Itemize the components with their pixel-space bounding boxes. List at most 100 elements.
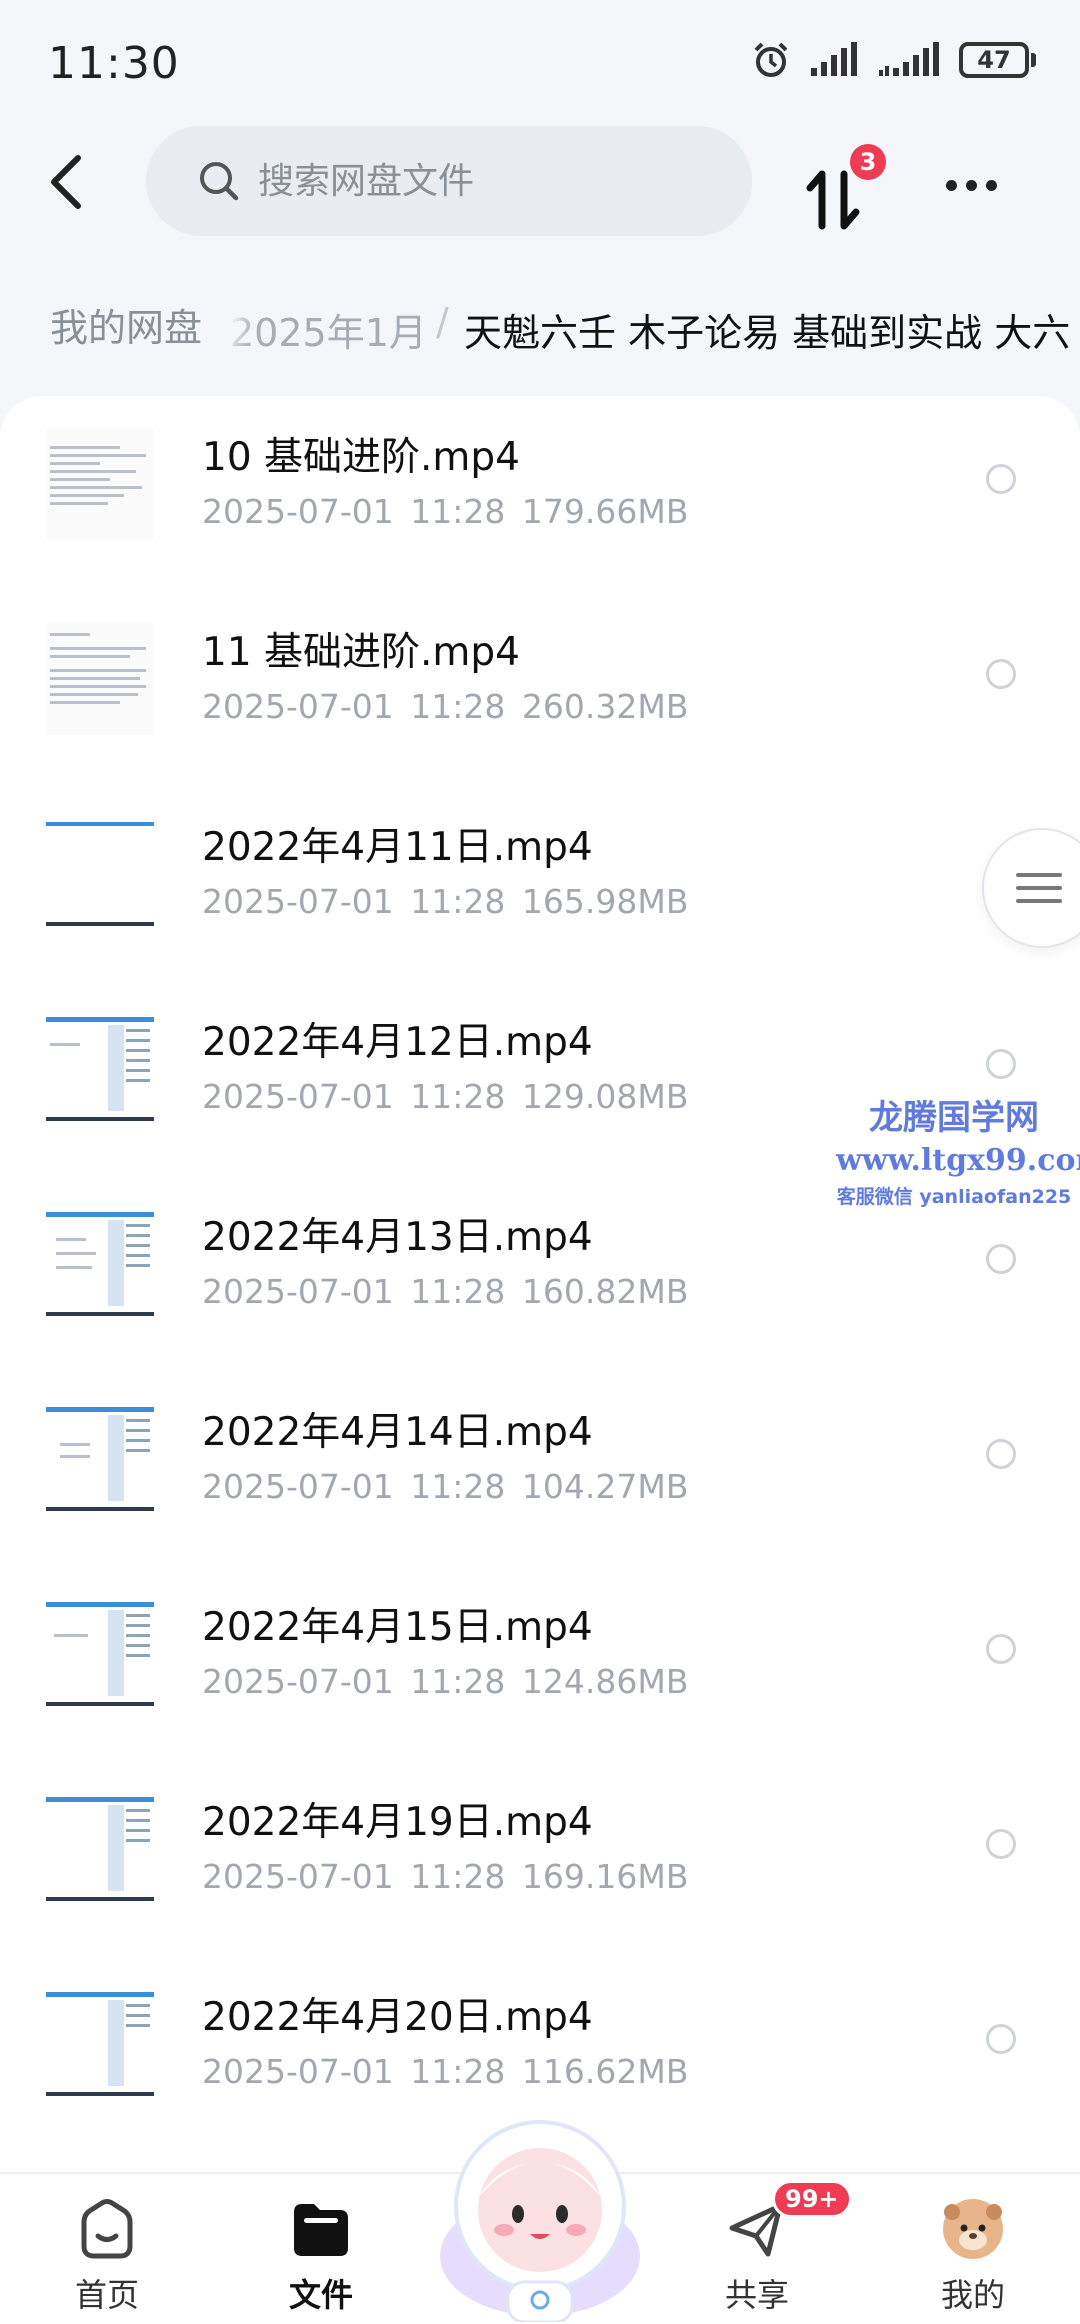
file-name: 2022年4月15日.mp4: [202, 1605, 593, 1650]
file-row[interactable]: 2022年4月11日.mp4 2025-07-01 11:28 165.98MB: [0, 786, 1080, 981]
watermark-url: www.ltgx99.com: [836, 1143, 1080, 1178]
select-radio[interactable]: [986, 1634, 1016, 1664]
video-thumbnail: [46, 1598, 154, 1710]
breadcrumb-month[interactable]: 2025年1月: [230, 302, 427, 357]
video-thumbnail: [46, 1988, 154, 2100]
file-meta: 2025-07-01 11:28 116.62MB: [202, 2052, 688, 2091]
file-meta: 2025-07-01 11:28 124.86MB: [202, 1662, 688, 1701]
nav-files[interactable]: 文件: [246, 2174, 396, 2324]
file-date: 2025-07-01: [202, 882, 394, 921]
file-size: 260.32MB: [521, 687, 689, 726]
file-meta: 2025-07-01 11:28 104.27MB: [202, 1467, 688, 1506]
breadcrumb: 我的网盘 2025年1月 / 天魁六壬 木子论易 基础到实战 大六: [0, 280, 1080, 370]
status-time: 11:30: [48, 38, 180, 89]
file-time: 11:28: [410, 1272, 506, 1311]
file-name: 2022年4月20日.mp4: [202, 1995, 593, 2040]
nav-mine-label: 我的: [940, 2276, 1005, 2314]
select-radio[interactable]: [986, 2024, 1016, 2054]
file-date: 2025-07-01: [202, 2052, 394, 2091]
select-radio[interactable]: [986, 1439, 1016, 1469]
chevron-left-icon: [51, 155, 81, 209]
file-name: 2022年4月12日.mp4: [202, 1020, 593, 1065]
video-thumbnail: [46, 1793, 154, 1905]
watermark: 龙腾国学网 www.ltgx99.com 客服微信 yanliaofan225: [836, 1090, 1080, 1209]
file-time: 11:28: [410, 492, 506, 531]
file-meta: 2025-07-01 11:28 179.66MB: [202, 492, 688, 531]
nav-home[interactable]: 首页: [32, 2174, 182, 2324]
video-thumbnail: [46, 428, 154, 540]
file-size: 179.66MB: [521, 492, 689, 531]
video-thumbnail: [46, 623, 154, 735]
top-bar: 3: [0, 120, 1080, 245]
share-badge: 99+: [772, 2180, 852, 2218]
alarm-icon: [751, 40, 791, 80]
file-row[interactable]: 2022年4月15日.mp4 2025-07-01 11:28 124.86MB: [0, 1566, 1080, 1761]
search-box[interactable]: [146, 126, 752, 236]
more-options-button[interactable]: [936, 160, 1006, 210]
file-list: 10 基础进阶.mp4 2025-07-01 11:28 179.66MB 11…: [0, 396, 1080, 2172]
select-radio[interactable]: [986, 1829, 1016, 1859]
file-date: 2025-07-01: [202, 492, 394, 531]
select-radio[interactable]: [986, 464, 1016, 494]
file-time: 11:28: [410, 1857, 506, 1896]
file-time: 11:28: [410, 1467, 506, 1506]
status-bar: 11:30 47: [0, 0, 1080, 120]
battery-level: 47: [959, 42, 1029, 78]
nav-share-label: 共享: [724, 2276, 789, 2314]
file-meta: 2025-07-01 11:28 169.16MB: [202, 1857, 688, 1896]
nav-share[interactable]: 99+ 共享: [682, 2174, 852, 2324]
video-thumbnail: [46, 818, 154, 930]
file-size: 165.98MB: [521, 882, 689, 921]
file-row[interactable]: 11 基础进阶.mp4 2025-07-01 11:28 260.32MB: [0, 591, 1080, 786]
file-size: 116.62MB: [521, 2052, 689, 2091]
file-meta: 2025-07-01 11:28 260.32MB: [202, 687, 688, 726]
nav-home-label: 首页: [74, 2276, 139, 2314]
file-size: 124.86MB: [521, 1662, 689, 1701]
watermark-contact: 客服微信 yanliaofan225: [836, 1186, 1072, 1208]
astronaut-mascot-icon: [440, 2120, 640, 2324]
select-radio[interactable]: [986, 1244, 1016, 1274]
breadcrumb-current-folder: 天魁六壬 木子论易 基础到实战 大六: [464, 311, 1071, 355]
file-meta: 2025-07-01 11:28 165.98MB: [202, 882, 688, 921]
file-row[interactable]: 10 基础进阶.mp4 2025-07-01 11:28 179.66MB: [0, 396, 1080, 591]
select-radio[interactable]: [986, 1049, 1016, 1079]
file-name: 2022年4月11日.mp4: [202, 825, 593, 870]
file-name: 10 基础进阶.mp4: [202, 435, 520, 480]
file-size: 104.27MB: [521, 1467, 689, 1506]
file-name: 2022年4月14日.mp4: [202, 1410, 593, 1455]
file-name: 2022年4月19日.mp4: [202, 1800, 593, 1845]
file-row[interactable]: 2022年4月14日.mp4 2025-07-01 11:28 104.27MB: [0, 1371, 1080, 1566]
home-icon: [81, 2199, 133, 2259]
nav-mine[interactable]: 我的: [898, 2174, 1048, 2324]
file-meta: 2025-07-01 11:28 160.82MB: [202, 1272, 688, 1311]
nav-files-label: 文件: [288, 2276, 353, 2314]
file-name: 2022年4月13日.mp4: [202, 1215, 593, 1260]
breadcrumb-root[interactable]: 我的网盘: [22, 286, 231, 362]
ai-assistant-mascot-button[interactable]: [432, 2106, 648, 2324]
signal-icon: [809, 42, 859, 78]
file-time: 11:28: [410, 1077, 506, 1116]
more-dot-icon: [985, 179, 997, 191]
video-thumbnail: [46, 1403, 154, 1515]
file-meta: 2025-07-01 11:28 129.08MB: [202, 1077, 688, 1116]
file-size: 129.08MB: [521, 1077, 689, 1116]
battery-icon: 47: [959, 42, 1036, 78]
more-dot-icon: [945, 179, 957, 191]
file-row[interactable]: 2022年4月19日.mp4 2025-07-01 11:28 169.16MB: [0, 1761, 1080, 1956]
file-time: 11:28: [410, 882, 506, 921]
transfer-badge: 3: [850, 144, 886, 180]
transfer-button[interactable]: 3: [800, 144, 886, 230]
breadcrumb-separator: /: [436, 300, 449, 344]
file-size: 160.82MB: [521, 1272, 689, 1311]
file-date: 2025-07-01: [202, 1662, 394, 1701]
file-date: 2025-07-01: [202, 1857, 394, 1896]
search-input[interactable]: [258, 160, 698, 202]
file-date: 2025-07-01: [202, 1272, 394, 1311]
watermark-title: 龙腾国学网: [869, 1098, 1039, 1138]
avatar: [943, 2199, 1003, 2259]
select-radio[interactable]: [986, 659, 1016, 689]
file-time: 11:28: [410, 1662, 506, 1701]
back-button[interactable]: [36, 150, 96, 214]
file-date: 2025-07-01: [202, 687, 394, 726]
file-date: 2025-07-01: [202, 1077, 394, 1116]
